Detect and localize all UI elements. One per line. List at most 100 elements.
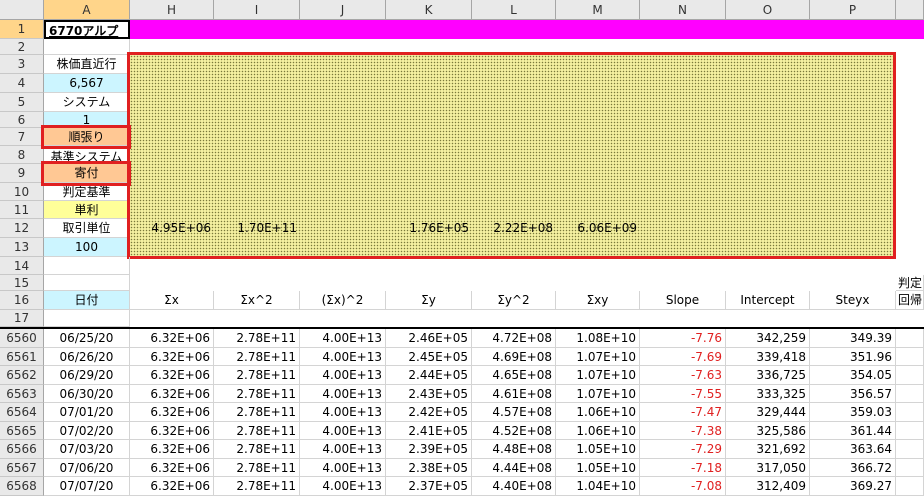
- header-sum-xy[interactable]: Σxy: [556, 291, 640, 310]
- header-intercept[interactable]: Intercept: [726, 291, 810, 310]
- table-cell-l[interactable]: 4.44E+08: [472, 458, 556, 477]
- table-cell-j[interactable]: 4.00E+13: [300, 347, 386, 366]
- cell-a11-simple[interactable]: 単利: [44, 201, 130, 219]
- table-cell-date[interactable]: 06/29/20: [44, 366, 130, 385]
- row-header-16[interactable]: 16: [0, 291, 44, 310]
- header-date[interactable]: 日付: [44, 291, 130, 310]
- header-sum-y[interactable]: Σy: [386, 291, 472, 310]
- table-cell-n[interactable]: -7.55: [640, 384, 726, 403]
- table-cell-j[interactable]: 4.00E+13: [300, 440, 386, 459]
- column-header-p[interactable]: P: [810, 0, 896, 20]
- column-header-l[interactable]: L: [472, 0, 556, 20]
- table-cell-p[interactable]: 363.64: [810, 440, 896, 459]
- table-cell-date[interactable]: 06/26/20: [44, 347, 130, 366]
- table-cell-m[interactable]: 1.05E+10: [556, 440, 640, 459]
- cell-a2[interactable]: [44, 39, 130, 55]
- cell-a14[interactable]: [44, 257, 130, 275]
- header-sum-x-squared[interactable]: (Σx)^2: [300, 291, 386, 310]
- table-cell-l[interactable]: 4.52E+08: [472, 421, 556, 440]
- table-cell-n[interactable]: -7.69: [640, 347, 726, 366]
- table-cell-date[interactable]: 07/07/20: [44, 477, 130, 496]
- table-cell-p[interactable]: 356.57: [810, 384, 896, 403]
- table-cell-m[interactable]: 1.07E+10: [556, 384, 640, 403]
- row-header[interactable]: 6568: [0, 477, 44, 496]
- table-cell-p[interactable]: 359.03: [810, 403, 896, 422]
- table-cell-o[interactable]: 339,418: [726, 347, 810, 366]
- table-cell-l[interactable]: 4.61E+08: [472, 384, 556, 403]
- table-cell-q[interactable]: [896, 458, 924, 477]
- table-cell-k[interactable]: 2.38E+05: [386, 458, 472, 477]
- row-header-2[interactable]: 2: [0, 39, 44, 55]
- table-cell-n[interactable]: -7.38: [640, 421, 726, 440]
- table-cell-o[interactable]: 329,444: [726, 403, 810, 422]
- table-cell-q[interactable]: [896, 477, 924, 496]
- table-cell-p[interactable]: 361.44: [810, 421, 896, 440]
- table-cell-q[interactable]: [896, 384, 924, 403]
- row-header-9[interactable]: 9: [0, 164, 44, 183]
- table-cell-i[interactable]: 2.78E+11: [214, 366, 300, 385]
- table-cell-n[interactable]: -7.08: [640, 477, 726, 496]
- row-header-8[interactable]: 8: [0, 146, 44, 164]
- row-header-7[interactable]: 7: [0, 128, 44, 146]
- header-sum-y2[interactable]: Σy^2: [472, 291, 556, 310]
- row-header-17[interactable]: 17: [0, 310, 44, 327]
- column-header-k[interactable]: K: [386, 0, 472, 20]
- table-cell-p[interactable]: 349.39: [810, 329, 896, 348]
- cell-a15[interactable]: [44, 275, 130, 291]
- column-header-a[interactable]: A: [44, 0, 130, 20]
- table-cell-h[interactable]: 6.32E+06: [130, 440, 214, 459]
- cell-a12-label[interactable]: 取引単位: [44, 219, 130, 238]
- table-cell-i[interactable]: 2.78E+11: [214, 329, 300, 348]
- table-cell-q[interactable]: [896, 440, 924, 459]
- table-cell-i[interactable]: 2.78E+11: [214, 477, 300, 496]
- table-cell-date[interactable]: 07/02/20: [44, 421, 130, 440]
- table-cell-date[interactable]: 06/30/20: [44, 384, 130, 403]
- table-cell-h[interactable]: 6.32E+06: [130, 403, 214, 422]
- table-cell-i[interactable]: 2.78E+11: [214, 421, 300, 440]
- row-header[interactable]: 6565: [0, 421, 44, 440]
- select-all-corner[interactable]: [0, 0, 44, 20]
- header-sum-x2[interactable]: Σx^2: [214, 291, 300, 310]
- table-cell-j[interactable]: 4.00E+13: [300, 477, 386, 496]
- row-header-15[interactable]: 15: [0, 275, 44, 291]
- header-slope[interactable]: Slope: [640, 291, 726, 310]
- table-cell-date[interactable]: 07/06/20: [44, 458, 130, 477]
- row-header[interactable]: 6561: [0, 347, 44, 366]
- table-cell-p[interactable]: 369.27: [810, 477, 896, 496]
- column-header-j[interactable]: J: [300, 0, 386, 20]
- table-cell-h[interactable]: 6.32E+06: [130, 347, 214, 366]
- table-cell-i[interactable]: 2.78E+11: [214, 458, 300, 477]
- table-cell-o[interactable]: 312,409: [726, 477, 810, 496]
- table-cell-p[interactable]: 366.72: [810, 458, 896, 477]
- table-cell-o[interactable]: 321,692: [726, 440, 810, 459]
- table-cell-n[interactable]: -7.47: [640, 403, 726, 422]
- cell-a13-unit[interactable]: 100: [44, 238, 130, 257]
- table-cell-m[interactable]: 1.07E+10: [556, 366, 640, 385]
- row-header-10[interactable]: 10: [0, 183, 44, 201]
- table-cell-j[interactable]: 4.00E+13: [300, 403, 386, 422]
- column-header-h[interactable]: H: [130, 0, 214, 20]
- table-cell-o[interactable]: 325,586: [726, 421, 810, 440]
- row-header-11[interactable]: 11: [0, 201, 44, 219]
- table-cell-i[interactable]: 2.78E+11: [214, 384, 300, 403]
- table-cell-i[interactable]: 2.78E+11: [214, 440, 300, 459]
- table-cell-o[interactable]: 342,259: [726, 329, 810, 348]
- table-cell-n[interactable]: -7.63: [640, 366, 726, 385]
- table-cell-l[interactable]: 4.65E+08: [472, 366, 556, 385]
- table-cell-q[interactable]: [896, 347, 924, 366]
- row-header[interactable]: 6562: [0, 366, 44, 385]
- table-cell-p[interactable]: 354.05: [810, 366, 896, 385]
- column-header-m[interactable]: M: [556, 0, 640, 20]
- table-cell-k[interactable]: 2.42E+05: [386, 403, 472, 422]
- row-header-12[interactable]: 12: [0, 219, 44, 238]
- row-header-5[interactable]: 5: [0, 93, 44, 112]
- table-cell-k[interactable]: 2.45E+05: [386, 347, 472, 366]
- table-cell-l[interactable]: 4.72E+08: [472, 329, 556, 348]
- row-header-3[interactable]: 3: [0, 55, 44, 74]
- table-cell-k[interactable]: 2.39E+05: [386, 440, 472, 459]
- header-sum-x[interactable]: Σx: [130, 291, 214, 310]
- table-cell-q[interactable]: [896, 403, 924, 422]
- table-cell-h[interactable]: 6.32E+06: [130, 366, 214, 385]
- table-cell-q[interactable]: [896, 366, 924, 385]
- table-cell-k[interactable]: 2.41E+05: [386, 421, 472, 440]
